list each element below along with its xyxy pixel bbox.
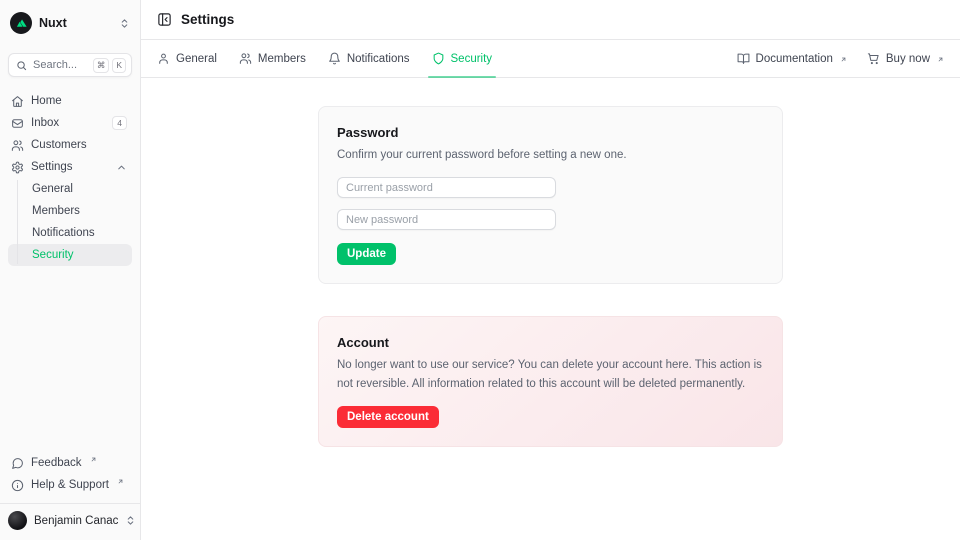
sidebar-item-settings[interactable]: Settings (8, 156, 132, 178)
sidebar-subitem-notifications[interactable]: Notifications (8, 222, 132, 244)
tab-label: Security (451, 53, 493, 65)
buy-now-link[interactable]: Buy now (867, 52, 944, 65)
page-header: Settings (141, 0, 960, 40)
panel-collapse-icon[interactable] (157, 12, 172, 27)
sidebar-item-label: Settings (31, 161, 109, 173)
user-icon (157, 52, 170, 65)
new-password-field[interactable] (337, 209, 556, 230)
chevron-up-down-icon (119, 18, 130, 29)
external-link-icon (117, 478, 124, 485)
sidebar-item-label: Customers (31, 139, 127, 151)
chevron-up-icon (116, 162, 127, 173)
external-link-icon (840, 56, 847, 63)
delete-account-button[interactable]: Delete account (337, 406, 439, 428)
shopping-cart-icon (867, 52, 880, 65)
sidebar-item-label: Inbox (31, 117, 105, 129)
account-card-description: No longer want to use our service? You c… (337, 356, 764, 393)
feedback-icon (11, 457, 24, 470)
sidebar-item-label: Help & Support (31, 479, 109, 491)
home-icon (11, 95, 24, 108)
tab-label: Notifications (347, 53, 410, 65)
search-input[interactable]: Search... ⌘ K (8, 53, 132, 77)
link-label: Buy now (886, 53, 930, 65)
kbd-k: K (112, 58, 126, 73)
content-area: Password Confirm your current password b… (141, 78, 960, 540)
sidebar-subitem-general[interactable]: General (8, 178, 132, 200)
password-card-description: Confirm your current password before set… (337, 146, 764, 164)
subtree-guide-line (17, 180, 18, 264)
sidebar-subitem-members[interactable]: Members (8, 200, 132, 222)
avatar (8, 511, 27, 530)
sidebar-spacer (8, 266, 132, 452)
update-password-button[interactable]: Update (337, 243, 396, 265)
account-card-title: Account (337, 335, 764, 350)
account-card: Account No longer want to use our servic… (318, 316, 783, 447)
main-panel: Settings General Members (141, 0, 960, 540)
sidebar-item-customers[interactable]: Customers (8, 134, 132, 156)
workspace-name: Nuxt (39, 16, 112, 30)
sidebar-item-label: Home (31, 95, 127, 107)
users-icon (11, 139, 24, 152)
sidebar-item-label: Feedback (31, 457, 82, 469)
tabs-bar: General Members Notifications (141, 40, 960, 78)
settings-subtree: General Members Notifications Security (8, 178, 132, 266)
documentation-link[interactable]: Documentation (737, 52, 847, 65)
tab-label: Members (258, 53, 306, 65)
link-label: Documentation (756, 53, 833, 65)
tab-notifications[interactable]: Notifications (328, 40, 410, 77)
header-links: Documentation Buy now (737, 40, 944, 77)
password-card-title: Password (337, 125, 764, 140)
sidebar-subitem-security[interactable]: Security (8, 244, 132, 266)
book-open-icon (737, 52, 750, 65)
shield-icon (432, 52, 445, 65)
current-password-field[interactable] (337, 177, 556, 198)
sidebar-item-home[interactable]: Home (8, 90, 132, 112)
external-link-icon (937, 56, 944, 63)
workspace-switcher[interactable]: Nuxt (8, 8, 132, 38)
search-shortcut: ⌘ K (93, 58, 126, 73)
tab-members[interactable]: Members (239, 40, 306, 77)
sidebar-nav: Home Inbox 4 Customers Settings (8, 90, 132, 266)
chevron-up-down-icon (125, 515, 136, 526)
app-root: Nuxt Search... ⌘ K Home (0, 0, 960, 540)
tab-general[interactable]: General (157, 40, 217, 77)
external-link-icon (90, 456, 97, 463)
kbd-cmd: ⌘ (93, 58, 110, 73)
info-circle-icon (11, 479, 24, 492)
page-title: Settings (181, 12, 234, 27)
bell-icon (328, 52, 341, 65)
gear-icon (11, 161, 24, 174)
inbox-count-badge: 4 (112, 116, 127, 130)
tab-label: General (176, 53, 217, 65)
sidebar: Nuxt Search... ⌘ K Home (0, 0, 141, 540)
user-menu[interactable]: Benjamin Canac (0, 503, 140, 532)
nuxt-logo-icon (10, 12, 32, 34)
inbox-icon (11, 117, 24, 130)
user-name: Benjamin Canac (34, 515, 118, 527)
sidebar-item-inbox[interactable]: Inbox 4 (8, 112, 132, 134)
search-placeholder: Search... (33, 59, 87, 71)
password-card: Password Confirm your current password b… (318, 106, 783, 284)
tab-security[interactable]: Security (432, 40, 493, 77)
sidebar-item-feedback[interactable]: Feedback (8, 452, 132, 474)
tabs: General Members Notifications (157, 40, 492, 77)
search-icon (16, 60, 27, 71)
members-icon (239, 52, 252, 65)
sidebar-item-help-support[interactable]: Help & Support (8, 474, 132, 496)
